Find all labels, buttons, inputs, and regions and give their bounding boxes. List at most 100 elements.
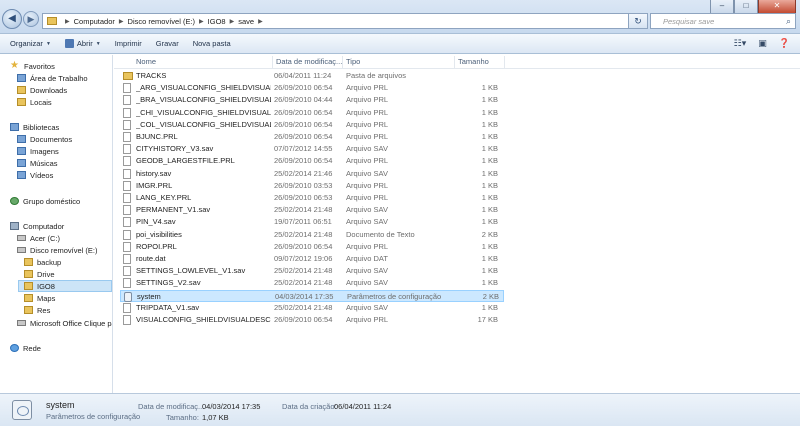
file-icon — [123, 168, 131, 179]
nav-downloads[interactable]: Downloads — [17, 84, 67, 96]
file-date: 26/09/2010 06:54 — [274, 132, 333, 141]
file-type: Arquivo PRL — [346, 315, 389, 324]
column-size[interactable]: Tamanho — [458, 57, 489, 66]
maximize-button[interactable]: □ — [734, 0, 758, 14]
file-size: 1 KB — [481, 144, 498, 154]
search-box[interactable]: ⌕ — [650, 13, 796, 29]
nav-computer[interactable]: Computador — [10, 220, 64, 232]
file-name: TRIPDATA_V1.sav — [136, 302, 200, 312]
nav-office[interactable]: Microsoft Office Clique pa — [17, 317, 112, 329]
column-header: Nome Data de modificaç... Tipo Tamanho — [114, 55, 800, 69]
chevron-right-icon[interactable]: ▶ — [65, 18, 70, 25]
help-icon[interactable]: ❓ — [779, 38, 790, 49]
file-row[interactable]: history.sav 25/02/2014 21:46 Arquivo SAV 1 … — [120, 168, 504, 180]
nav-documents[interactable]: Documentos — [17, 133, 72, 145]
file-row[interactable]: _BRA_VISUALCONFIG_SHIELDVISUALDES...26/0… — [120, 94, 504, 106]
file-row[interactable]: VISUALCONFIG_SHIELDVISUALDESC.PRL26/09/2… — [120, 314, 504, 326]
nav-music[interactable]: Músicas — [17, 157, 58, 169]
print-button[interactable]: Imprimir — [115, 39, 142, 48]
chevron-right-icon[interactable]: ▶ — [199, 18, 204, 25]
file-type: Pasta de arquivos — [346, 71, 407, 80]
nav-folder-res[interactable]: Res — [24, 304, 50, 316]
back-button[interactable]: ◀ — [2, 9, 22, 29]
nav-drive-c[interactable]: Acer (C:) — [17, 232, 60, 244]
search-input[interactable] — [651, 14, 779, 28]
breadcrumb-igo8[interactable]: IGO8 — [208, 17, 226, 26]
file-size: 1 KB — [481, 95, 498, 105]
videos-icon — [17, 171, 26, 179]
breadcrumb-save[interactable]: save — [238, 17, 254, 26]
file-icon — [123, 302, 131, 313]
file-name: history.sav — [136, 168, 172, 178]
nav-images[interactable]: Imagens — [17, 145, 59, 157]
file-name: IMGR.PRL — [136, 180, 173, 190]
file-row[interactable]: LANG_KEY.PRL 26/09/2010 06:53 Arquivo PRL 1… — [120, 192, 504, 204]
file-size: 2 KB — [482, 291, 499, 301]
file-type: Arquivo PRL — [346, 180, 389, 190]
folder-icon — [123, 72, 133, 80]
nav-libraries[interactable]: Bibliotecas — [10, 121, 59, 133]
file-row[interactable]: SETTINGS_V2.sav 25/02/2014 21:48 Arquivo S… — [120, 277, 504, 289]
forward-button[interactable]: ▶ — [23, 11, 39, 27]
file-row[interactable]: SETTINGS_LOWLEVEL_V1.sav 25/02/2014 21:48… — [120, 265, 504, 277]
organize-button[interactable]: Organizar ▼ — [10, 39, 51, 48]
file-row[interactable]: TRIPDATA_V1.sav 25/02/2014 21:48 Arquivo S… — [120, 302, 504, 314]
column-name[interactable]: Nome — [136, 57, 156, 66]
file-row[interactable]: system 04/03/2014 17:35 Parâmetros de conf… — [120, 289, 504, 302]
file-row[interactable]: BJUNC.PRL 26/09/2010 06:54 Arquivo PRL 1 KB — [120, 131, 504, 143]
file-size: 1 KB — [481, 119, 498, 129]
nav-folder-backup[interactable]: backup — [24, 256, 61, 268]
file-size: 17 KB — [477, 315, 498, 324]
column-divider[interactable] — [342, 56, 343, 68]
view-options-icon[interactable]: ☷▾ — [734, 38, 747, 49]
breadcrumb-computer[interactable]: Computador — [74, 17, 115, 26]
address-bar[interactable]: ▶ Computador ▶ Disco removível (E:) ▶ IGO8… — [42, 13, 640, 29]
file-row[interactable]: ROPOI.PRL 26/09/2010 06:54 Arquivo PRL 1 KB — [120, 241, 504, 253]
file-size: 1 KB — [481, 193, 498, 202]
nav-network[interactable]: Rede — [10, 342, 41, 354]
chevron-right-icon[interactable]: ▶ — [230, 18, 235, 25]
column-date[interactable]: Data de modificaç... — [276, 57, 342, 66]
minimize-button[interactable]: – — [710, 0, 734, 14]
file-row[interactable]: _CHI_VISUALCONFIG_SHIELDVISUALDES...26/0… — [120, 107, 504, 119]
file-row[interactable]: IMGR.PRL 26/09/2010 03:53 Arquivo PRL 1 KB — [120, 180, 504, 192]
nav-desktop[interactable]: Área de Trabalho — [17, 72, 88, 84]
chevron-right-icon[interactable]: ▶ — [119, 18, 124, 25]
file-row[interactable]: PIN_V4.sav 19/07/2011 06:51 Arquivo SAV 1 K… — [120, 216, 504, 228]
search-icon[interactable]: ⌕ — [786, 16, 791, 27]
navigation-pane[interactable]: ★ Favoritos Área de Trabalho Downloads Lo… — [0, 55, 113, 393]
file-type: Arquivo PRL — [346, 193, 389, 202]
nav-favorites[interactable]: ★ Favoritos — [10, 60, 55, 72]
file-row[interactable]: CITYHISTORY_V3.sav 07/07/2012 14:55 Arquiv… — [120, 143, 504, 155]
file-row[interactable]: GEODB_LARGESTFILE.PRL 26/09/2010 06:54 Arq… — [120, 155, 504, 167]
column-type[interactable]: Tipo — [346, 57, 360, 66]
file-row[interactable]: PERMANENT_V1.sav 25/02/2014 21:48 Arquivo … — [120, 204, 504, 216]
nav-folder-igo8[interactable]: IGO8 — [18, 280, 112, 292]
breadcrumb-removable-disk[interactable]: Disco removível (E:) — [128, 17, 196, 26]
file-row[interactable]: route.dat 09/07/2012 19:06 Arquivo DAT 1 KB — [120, 253, 504, 265]
file-row[interactable]: poi_visibilities 25/02/2014 21:48 Document… — [120, 229, 504, 241]
column-divider[interactable] — [504, 56, 505, 68]
close-button[interactable]: ✕ — [758, 0, 796, 14]
nav-homegroup[interactable]: Grupo doméstico — [10, 195, 80, 207]
column-divider[interactable] — [272, 56, 273, 68]
new-folder-button[interactable]: Nova pasta — [193, 39, 231, 48]
chevron-right-icon[interactable]: ▶ — [258, 18, 263, 25]
detail-size-label: Tamanho: — [166, 413, 199, 422]
detail-modified-value: 04/03/2014 17:35 — [202, 402, 261, 411]
star-icon: ★ — [10, 60, 19, 71]
file-row[interactable]: _COL_VISUALCONFIG_SHIELDVISUALDES...26/0… — [120, 119, 504, 131]
nav-label: Vídeos — [30, 170, 54, 180]
column-divider[interactable] — [454, 56, 455, 68]
preview-pane-icon[interactable]: ▣ — [758, 38, 767, 49]
nav-videos[interactable]: Vídeos — [17, 169, 53, 181]
file-row[interactable]: _ARG_VISUALCONFIG_SHIELDVISUALDES...26/0… — [120, 82, 504, 94]
nav-drive-e[interactable]: Disco removível (E:) — [17, 244, 98, 256]
nav-folder-maps[interactable]: Maps — [24, 292, 55, 304]
burn-button[interactable]: Gravar — [156, 39, 179, 48]
nav-places[interactable]: Locais — [17, 96, 52, 108]
open-button[interactable]: Abrir ▼ — [64, 39, 101, 48]
nav-folder-drive[interactable]: Drive — [24, 268, 55, 280]
file-row[interactable]: TRACKS 06/04/2011 11:24 Pasta de arquivos — [120, 70, 504, 82]
refresh-button[interactable]: ↻ — [628, 13, 648, 29]
